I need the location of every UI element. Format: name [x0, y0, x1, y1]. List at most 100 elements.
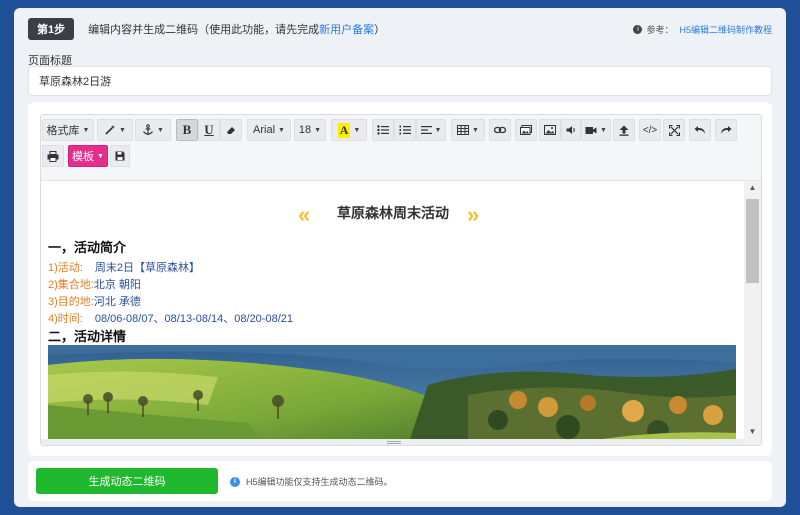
unordered-list-icon: [377, 125, 389, 135]
font-family-value: Arial: [253, 124, 276, 136]
section-heading-intro: 一，活动简介: [48, 240, 127, 255]
link-icon: [494, 126, 506, 134]
anchor-dropdown[interactable]: ▼: [135, 119, 171, 141]
chevron-down-icon: ▼: [434, 126, 442, 134]
step-badge: 第1步: [28, 18, 75, 40]
list-item: 3)目的地:河北 承德: [48, 293, 141, 309]
align-icon: [420, 126, 432, 134]
chevron-down-icon: ▼: [278, 126, 285, 134]
step-description: 编辑内容并生成二维码（使用此功能，请先完成新用户备案）: [88, 21, 385, 37]
chevron-down-icon: ▼: [353, 126, 361, 134]
scroll-up-arrow-icon[interactable]: ▲: [744, 181, 761, 195]
font-family-dropdown[interactable]: Arial ▼: [247, 119, 291, 141]
chevron-down-icon: ▼: [97, 152, 104, 160]
ordered-list-icon: [399, 125, 411, 135]
right-chevrons-icon: »: [467, 202, 480, 227]
step-text-suffix: ）: [374, 24, 386, 36]
align-dropdown[interactable]: ▼: [416, 119, 446, 141]
clear-format-button[interactable]: [220, 119, 242, 141]
upload-button[interactable]: [613, 119, 635, 141]
undo-button[interactable]: [689, 119, 711, 141]
section-heading-details: 二，活动详情: [48, 329, 127, 344]
ordered-list-button[interactable]: [394, 119, 416, 141]
code-view-button[interactable]: </>: [639, 119, 661, 141]
item-value: 河北 承德: [93, 296, 141, 308]
list-item: 2)集合地:北京 朝阳: [48, 276, 141, 292]
template-label: 模板: [72, 151, 95, 163]
template-dropdown[interactable]: 模板 ▼: [68, 145, 108, 167]
item-key: 3)目的地:: [48, 296, 94, 308]
page-title-input[interactable]: [28, 66, 772, 96]
grip-icon: [387, 441, 401, 444]
item-key: 2)集合地:: [48, 279, 94, 291]
content-scrollbar[interactable]: ▲ ▼: [744, 181, 761, 445]
chevron-down-icon: ▼: [314, 126, 322, 134]
reference-label: 参考：: [646, 24, 674, 35]
highlight-color-dropdown[interactable]: A ▼: [331, 119, 367, 141]
list-item: 4)时间: 08/06-08/07、08/13-08/14、08/20-08/21: [48, 310, 293, 326]
item-key: 4)时间:: [48, 313, 83, 325]
footer-note-text: H5编辑功能仅支持生成动态二维码。: [246, 477, 393, 487]
chevron-down-icon: ▼: [600, 126, 607, 134]
fullscreen-button[interactable]: [663, 119, 685, 141]
image-icon: [544, 125, 556, 135]
document-body: « 草原森林周末活动 » 一，活动简介 1)活动: 周末2日【草原森林】 2)集合…: [48, 181, 738, 445]
eraser-icon: [227, 127, 235, 134]
main-panel: 第1步 编辑内容并生成二维码（使用此功能，请先完成新用户备案） i 参考： H5…: [14, 8, 786, 507]
save-button[interactable]: [110, 145, 130, 167]
upload-icon: [619, 125, 629, 136]
font-size-dropdown[interactable]: 18 ▼: [294, 119, 326, 141]
landscape-photo: [48, 345, 736, 445]
editor-resize-handle[interactable]: [41, 439, 744, 445]
scrollbar-thumb[interactable]: [746, 199, 759, 283]
font-size-value: 18: [298, 124, 312, 136]
format-library-label: 格式库: [46, 125, 80, 137]
info-icon: i: [633, 24, 643, 34]
bold-button[interactable]: B: [176, 119, 198, 141]
unordered-list-button[interactable]: [372, 119, 394, 141]
list-item: 1)活动: 周末2日【草原森林】: [48, 259, 200, 275]
chevron-down-icon: ▼: [82, 126, 90, 134]
video-icon: [585, 126, 597, 134]
table-dropdown[interactable]: ▼: [451, 119, 485, 141]
save-icon: [115, 151, 125, 161]
reference: i 参考： H5编辑二维码制作教程: [633, 23, 772, 36]
item-value: 周末2日【草原森林】: [94, 262, 200, 274]
audio-button[interactable]: [561, 119, 581, 141]
image-button[interactable]: [539, 119, 561, 141]
footer-note: i H5编辑功能仅支持生成动态二维码。: [230, 475, 393, 488]
chevron-down-icon: ▼: [472, 126, 479, 134]
table-icon: [457, 125, 470, 135]
fullscreen-icon: [668, 124, 680, 136]
left-chevrons-icon: «: [298, 202, 311, 227]
undo-icon: [694, 126, 705, 134]
underline-button[interactable]: U: [198, 119, 220, 141]
info-icon: i: [230, 476, 240, 487]
magic-wand-dropdown[interactable]: ▼: [97, 119, 133, 141]
image-gallery-button[interactable]: [515, 119, 537, 141]
print-button[interactable]: [42, 145, 64, 167]
redo-button[interactable]: [715, 119, 737, 141]
item-value: 北京 朝阳: [93, 279, 141, 291]
scroll-down-arrow-icon[interactable]: ▼: [744, 425, 761, 439]
code-icon: </>: [642, 124, 658, 136]
format-library-dropdown[interactable]: 格式库 ▼: [42, 119, 94, 141]
document-title: 草原森林周末活动: [337, 205, 449, 221]
step-text-prefix: 编辑内容并生成二维码（使用此功能，请先完成: [88, 24, 320, 36]
rich-text-editor: 格式库 ▼ ▼ ▼ B U Arial ▼ 18 ▼ A ▼ ▼ ▼ ▼ </>…: [40, 114, 762, 446]
highlight-icon: A: [337, 122, 351, 138]
tutorial-link[interactable]: H5编辑二维码制作教程: [679, 23, 772, 36]
generate-dynamic-qrcode-button[interactable]: 生成动态二维码: [36, 468, 218, 494]
chevron-down-icon: ▼: [119, 126, 126, 134]
editor-card: 格式库 ▼ ▼ ▼ B U Arial ▼ 18 ▼ A ▼ ▼ ▼ ▼ </>…: [28, 102, 772, 456]
magic-wand-icon: [105, 125, 116, 135]
document-title-row: « 草原森林周末活动 »: [48, 203, 738, 227]
editor-content[interactable]: « 草原森林周末活动 » 一，活动简介 1)活动: 周末2日【草原森林】 2)集合…: [41, 181, 761, 445]
video-dropdown[interactable]: ▼: [581, 119, 611, 141]
link-button[interactable]: [489, 119, 511, 141]
audio-icon: [566, 126, 575, 134]
register-link[interactable]: 新用户备案: [319, 24, 374, 36]
anchor-icon: [143, 124, 153, 135]
step-header: 第1步 编辑内容并生成二维码（使用此功能，请先完成新用户备案） i 参考： H5…: [28, 18, 772, 40]
item-key: 1)活动:: [48, 262, 83, 274]
